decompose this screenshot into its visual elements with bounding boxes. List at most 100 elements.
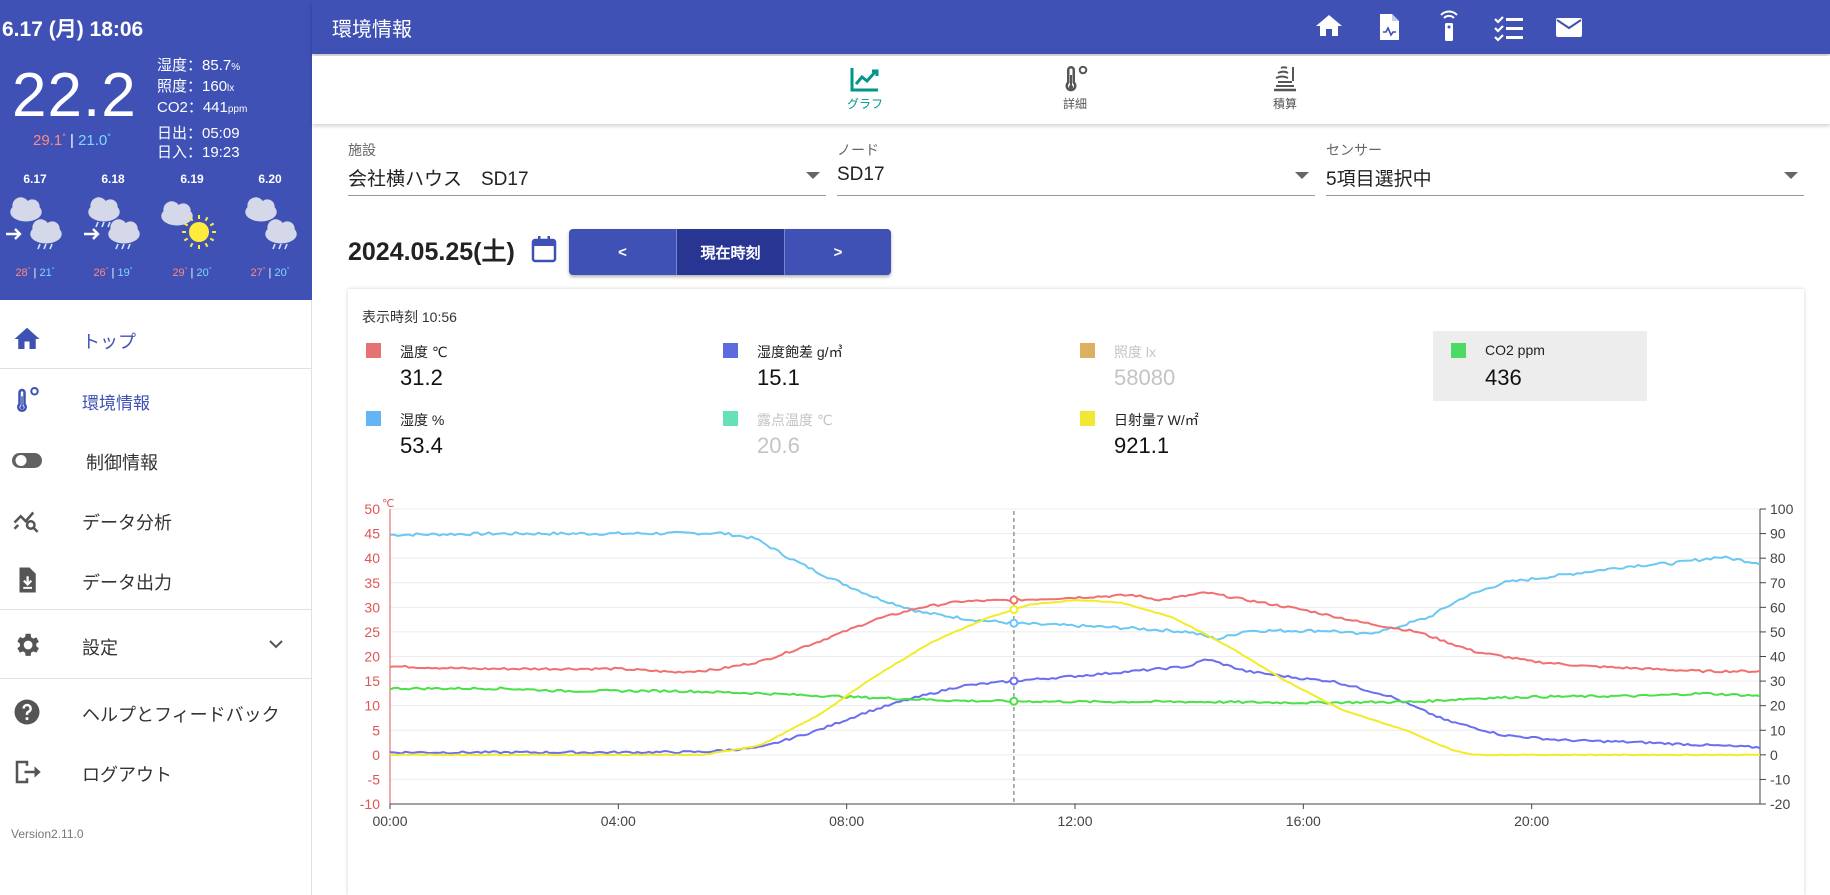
right-tick-label: -10 xyxy=(1770,771,1790,787)
cloud-sun-icon xyxy=(161,201,216,249)
report-icon[interactable] xyxy=(1372,10,1406,44)
cloud-to-rain-icon xyxy=(6,197,62,250)
legend-name: 日射量7 W/㎡ xyxy=(1114,412,1199,428)
x-tick-label: 04:00 xyxy=(601,813,636,829)
home-icon[interactable] xyxy=(1312,10,1346,44)
degree-sign: ° xyxy=(51,267,55,274)
right-tick-label: -20 xyxy=(1770,796,1790,812)
date-label: 2024.05.25(土) xyxy=(348,238,515,266)
next-day-button[interactable]: > xyxy=(785,229,891,275)
legend-item[interactable]: 湿度飽差 g/㎥ 15.1 xyxy=(705,331,919,401)
forecast-temps: 28° | 21° xyxy=(15,267,55,279)
date-button-group: < 現在時刻 > xyxy=(569,229,891,275)
right-tick-label: 60 xyxy=(1770,599,1786,615)
sidebar-item-control[interactable]: 制御情報 xyxy=(0,429,312,489)
sensor-select[interactable]: センサー 5項目選択中 xyxy=(1326,140,1804,196)
forecast-high: 28 xyxy=(15,267,28,279)
legend-item[interactable]: 日射量7 W/㎡ 921.1 xyxy=(1062,399,1276,469)
right-tick-label: 40 xyxy=(1770,649,1786,665)
legend-item[interactable]: 温度 ℃ 31.2 xyxy=(348,331,562,401)
left-tick-label: 15 xyxy=(364,673,380,689)
left-tick-label: 0 xyxy=(372,747,380,763)
node-label: ノード xyxy=(837,142,879,158)
help-icon xyxy=(14,699,40,725)
left-tick-label: 30 xyxy=(364,599,380,615)
forecast-high: 27 xyxy=(250,267,263,279)
sidebar-item-analysis[interactable]: データ分析 xyxy=(0,489,312,549)
legend-swatch xyxy=(366,411,381,426)
sidebar-item-export[interactable]: データ出力 xyxy=(0,549,312,609)
left-tick-label: 20 xyxy=(364,649,380,665)
display-time: 表示時刻 10:56 xyxy=(362,309,457,325)
sunrise: 日出：05:09 xyxy=(157,125,240,142)
home-icon xyxy=(14,327,40,349)
illuminance-stat: 照度：160lx xyxy=(157,78,235,95)
forecast-date: 6.18 xyxy=(101,172,125,186)
forecast-temps: 26° | 19° xyxy=(93,267,133,279)
separator: | xyxy=(69,132,74,149)
sidebar-item-top[interactable]: トップ xyxy=(0,308,312,368)
forecast-date: 6.17 xyxy=(23,172,47,186)
legend-item[interactable]: 照度 lx 58080 xyxy=(1062,331,1276,401)
right-tick-label: 100 xyxy=(1770,501,1794,517)
degree-sign: ° xyxy=(27,267,31,274)
chevron-down-icon xyxy=(269,640,283,649)
page-title: 環境情報 xyxy=(332,19,412,41)
x-tick-label: 16:00 xyxy=(1286,813,1321,829)
right-tick-label: 80 xyxy=(1770,550,1786,566)
weather-panel: 6.17 (月) 18:06 22.2 29.1° | 21.0° 湿度：85.… xyxy=(0,0,312,300)
left-tick-label: -10 xyxy=(360,796,380,812)
mail-icon[interactable] xyxy=(1552,10,1586,44)
tab-graph[interactable]: グラフ xyxy=(825,64,905,112)
forecast-date: 6.20 xyxy=(258,172,282,186)
sidebar-item-settings[interactable]: 設定 xyxy=(0,610,312,678)
series-line xyxy=(389,530,1761,641)
caret-down-icon xyxy=(806,172,820,179)
calendar-icon[interactable] xyxy=(530,234,558,264)
legend-item[interactable]: 露点温度 ℃ 20.6 xyxy=(705,399,919,469)
chart-card: 表示時刻 10:56 温度 ℃ 31.2 湿度飽差 g/㎥ 15.1 照度 lx 5808… xyxy=(348,289,1804,895)
legend-item[interactable]: CO2 ppm 436 xyxy=(1433,331,1647,401)
forecast-high: 29 xyxy=(172,267,185,279)
legend-name: 温度 ℃ xyxy=(400,344,448,360)
sidebar-item-logout[interactable]: ログアウト xyxy=(0,741,312,801)
right-tick-label: 90 xyxy=(1770,526,1786,542)
cursor-marker xyxy=(1009,696,1019,706)
temp-high: 29.1 xyxy=(33,132,63,149)
prev-day-button[interactable]: < xyxy=(569,229,676,275)
tab-detail[interactable]: 詳細 xyxy=(1035,64,1115,112)
right-tick-label: 30 xyxy=(1770,673,1786,689)
x-tick-label: 00:00 xyxy=(372,813,407,829)
forecast-low: 20 xyxy=(274,267,287,279)
facility-select[interactable]: 施設 会社横ハウス SD17 xyxy=(348,140,826,196)
facility-value: 会社横ハウス SD17 xyxy=(348,169,529,190)
line-chart[interactable]: 50454035302520151050-5-10℃ 10090807060504… xyxy=(348,479,1804,895)
legend-item[interactable]: 湿度 % 53.4 xyxy=(348,399,562,469)
series-line xyxy=(389,686,1761,705)
tab-integration[interactable]: 積算 xyxy=(1245,64,1325,112)
legend-value: 15.1 xyxy=(757,365,800,390)
logout-icon xyxy=(15,760,41,784)
legend-value: 58080 xyxy=(1114,365,1176,390)
legend-swatch xyxy=(1451,343,1466,358)
forecast-low: 20 xyxy=(196,267,209,279)
sensor-label: センサー xyxy=(1326,142,1382,158)
left-tick-label: 10 xyxy=(364,698,380,714)
left-tick-label: 35 xyxy=(364,575,380,591)
remote-icon[interactable] xyxy=(1432,10,1466,44)
sidebar-item-env[interactable]: 環境情報 xyxy=(0,369,312,429)
legend-swatch xyxy=(1080,343,1095,358)
forecast-day: 6.19 29° | 20° xyxy=(157,172,227,279)
checklist-icon[interactable] xyxy=(1492,10,1526,44)
cursor-marker xyxy=(1009,605,1019,615)
left-tick-label: 40 xyxy=(364,550,380,566)
sidebar-item-help[interactable]: ヘルプとフィードバック xyxy=(0,679,312,741)
toggle-icon xyxy=(12,453,42,468)
node-select[interactable]: ノード SD17 xyxy=(837,140,1315,196)
env-stats: 湿度：85.7% 照度：160lx CO2：441ppm xyxy=(157,56,247,119)
caret-down-icon xyxy=(1295,172,1309,179)
temp-low: 21.0 xyxy=(78,132,108,149)
current-time-button[interactable]: 現在時刻 xyxy=(676,229,785,275)
cursor-marker xyxy=(1009,595,1019,605)
version-text: Version2.11.0 xyxy=(11,827,84,841)
